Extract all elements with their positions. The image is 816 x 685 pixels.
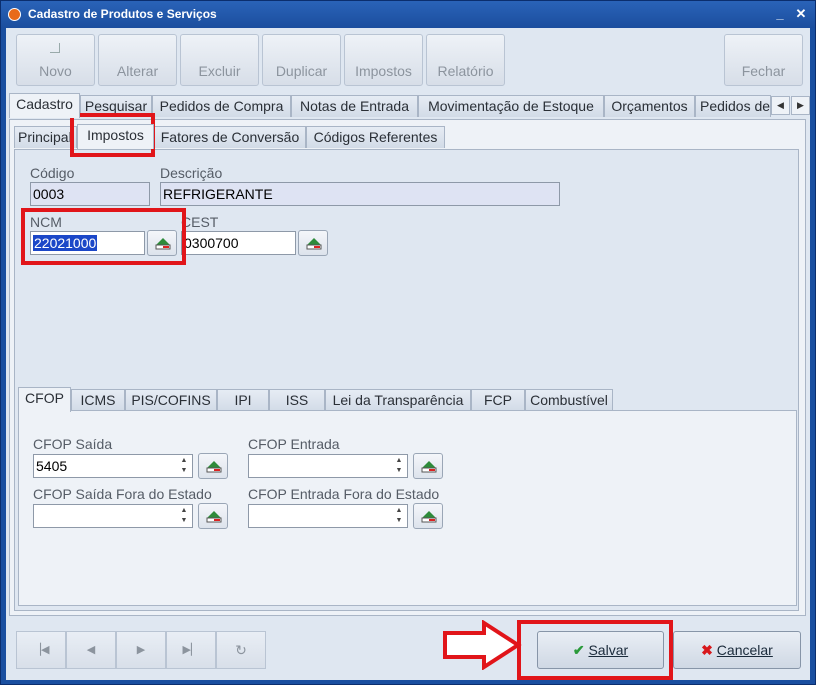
tab-pedidos-de[interactable]: Pedidos de [695,95,771,117]
cfop-saida-label: CFOP Saída [33,436,113,452]
descricao-field: REFRIGERANTE [160,182,560,206]
tab-cadastro[interactable]: Cadastro [9,93,80,118]
spin-icon[interactable]: ▲ ▼ [176,505,192,527]
highlight-salvar-button [517,620,673,680]
tab-principal[interactable]: Principal [14,126,77,148]
tab-codigos-referentes[interactable]: Códigos Referentes [306,126,445,148]
tab-icms[interactable]: ICMS [71,389,125,411]
cest-lookup-button[interactable] [298,230,328,256]
cancelar-label: Cancelar [716,642,773,658]
alterar-button[interactable]: Alterar [98,34,177,86]
fechar-button[interactable]: Fechar [724,34,803,86]
cfop-page: CFOP Saída 5405 ▲ ▼ CFOP Entrada ▲ ▼ CFO… [18,410,797,606]
tab-fcp[interactable]: FCP [471,389,525,411]
highlight-ncm-field [21,208,186,265]
new-icon [50,43,60,53]
impostos-button[interactable]: Impostos [344,34,423,86]
lookup-icon [421,461,437,473]
cfop-saida-fora-label: CFOP Saída Fora do Estado [33,486,212,502]
last-record-icon[interactable]: ▶▏ [166,631,216,669]
cfop-saida-select[interactable]: 5405 ▲ ▼ [33,454,193,478]
excluir-button[interactable]: Excluir [180,34,259,86]
window-title: Cadastro de Produtos e Serviços [28,7,217,21]
cfop-saida-lookup-button[interactable] [198,453,228,479]
tab-pedidos-de-compra[interactable]: Pedidos de Compra [152,95,291,117]
cest-input[interactable]: 0300700 [181,231,296,255]
tab-cfop[interactable]: CFOP [18,387,71,412]
tab-fatores-de-conversao[interactable]: Fatores de Conversão [154,126,306,148]
previous-record-icon[interactable]: ◀ [66,631,116,669]
cfop-entrada-label: CFOP Entrada [248,436,340,452]
tab-orcamentos[interactable]: Orçamentos [604,95,695,117]
tab-lei-da-transparencia[interactable]: Lei da Transparência [325,389,471,411]
app-icon [8,8,21,21]
novo-button[interactable]: Novo [16,34,95,86]
title-bar: Cadastro de Produtos e Serviços _ ✕ [1,1,815,28]
cfop-entrada-fora-lookup-button[interactable] [413,503,443,529]
duplicar-label: Duplicar [275,63,328,79]
codigo-field: 0003 [30,182,150,206]
relatorio-button[interactable]: Relatório [426,34,505,86]
close-window-button[interactable]: ✕ [792,5,810,23]
cfop-saida-value: 5405 [36,458,68,474]
relatorio-label: Relatório [437,63,494,79]
spin-icon[interactable]: ▲ ▼ [391,455,407,477]
spin-icon[interactable]: ▲ ▼ [391,505,407,527]
cancel-x-icon: ✖ [701,642,713,658]
lookup-icon [206,511,222,523]
lookup-icon [306,238,322,250]
alterar-label: Alterar [116,63,159,79]
tabs-scroll-left-icon[interactable]: ◀ [771,96,790,115]
tab-impostos[interactable]: Impostos [77,124,154,149]
duplicar-button[interactable]: Duplicar [262,34,341,86]
codigo-label: Código [30,165,75,181]
spin-icon[interactable]: ▲ ▼ [176,455,192,477]
tabs-scroll-right-icon[interactable]: ▶ [791,96,810,115]
cfop-entrada-select[interactable]: ▲ ▼ [248,454,408,478]
impostos-label: Impostos [355,63,412,79]
cfop-entrada-fora-select[interactable]: ▲ ▼ [248,504,408,528]
annotation-arrow-icon [443,620,522,670]
cfop-saida-fora-select[interactable]: ▲ ▼ [33,504,193,528]
window: Cadastro de Produtos e Serviços _ ✕ Novo… [0,0,816,685]
refresh-icon[interactable]: ↻ [216,631,266,669]
fechar-label: Fechar [741,63,786,79]
cadastro-page: Principal Impostos Fatores de Conversão … [9,119,806,616]
tab-combustivel[interactable]: Combustível [525,389,613,411]
client-area: Novo Alterar Excluir Duplicar Impostos R… [6,28,810,680]
descricao-label: Descrição [160,165,223,181]
minimize-button[interactable]: _ [771,5,789,23]
cfop-saida-fora-lookup-button[interactable] [198,503,228,529]
novo-label: Novo [39,63,72,79]
first-record-icon[interactable]: ▕◀ [16,631,66,669]
lookup-icon [421,511,437,523]
tab-iss[interactable]: ISS [269,389,325,411]
cfop-entrada-fora-label: CFOP Entrada Fora do Estado [248,486,440,502]
tab-pis-cofins[interactable]: PIS/COFINS [125,389,217,411]
tab-ipi[interactable]: IPI [217,389,269,411]
excluir-label: Excluir [198,63,241,79]
cancelar-button[interactable]: ✖ Cancelar [673,631,801,669]
tab-movimentacao-de-estoque[interactable]: Movimentação de Estoque [418,95,604,117]
cfop-entrada-lookup-button[interactable] [413,453,443,479]
lookup-icon [206,461,222,473]
next-record-icon[interactable]: ▶ [116,631,166,669]
tab-notas-de-entrada[interactable]: Notas de Entrada [291,95,418,117]
cest-label: CEST [181,214,219,230]
